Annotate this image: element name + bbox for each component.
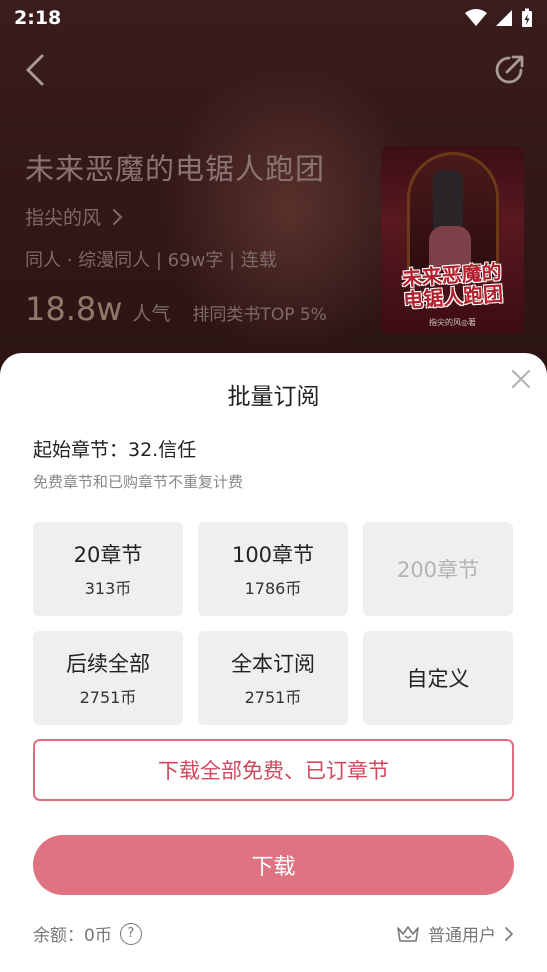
crown-icon — [397, 925, 419, 942]
chevron-right-icon — [505, 926, 514, 941]
cover-title: 未来恶魔的 电锯人跑团 — [384, 259, 522, 313]
signal-icon — [496, 10, 512, 26]
share-icon[interactable] — [491, 52, 527, 88]
option-price: 313币 — [84, 579, 132, 598]
option-label: 自定义 — [406, 667, 470, 691]
top-nav — [0, 48, 547, 92]
balance: 余额：0币 ? — [33, 921, 142, 946]
help-icon[interactable]: ? — [119, 922, 142, 945]
popularity-label: 人气 — [132, 303, 171, 325]
option-100-chapters[interactable]: 100章节 1786币 — [198, 522, 348, 616]
wifi-icon — [465, 9, 487, 26]
option-price: 2751币 — [244, 688, 302, 707]
option-price: 1786币 — [244, 579, 302, 598]
option-20-chapters[interactable]: 20章节 313币 — [33, 522, 183, 616]
user-level-link[interactable]: 普通用户 — [396, 921, 514, 946]
sheet-title: 批量订阅 — [227, 384, 320, 410]
option-label: 100章节 — [231, 543, 315, 567]
status-time: 2:18 — [14, 7, 62, 29]
option-full-book[interactable]: 全本订阅 2751币 — [198, 631, 348, 725]
option-price: 2751币 — [79, 688, 137, 707]
option-label: 20章节 — [73, 543, 143, 567]
option-label: 200章节 — [396, 558, 480, 582]
option-200-chapters[interactable]: 200章节 — [363, 522, 513, 616]
book-title: 未来恶魔的电锯人跑团 — [25, 152, 326, 186]
book-author-link[interactable]: 指尖的风 — [25, 203, 123, 230]
chevron-right-icon — [113, 208, 123, 225]
author-name: 指尖的风 — [25, 207, 102, 229]
book-cover[interactable]: 未来恶魔的 电锯人跑团 指尖的风◎著 — [381, 146, 524, 334]
status-icons — [465, 8, 533, 28]
option-label: 后续全部 — [66, 652, 150, 676]
balance-text: 余额：0币 — [33, 926, 112, 946]
option-custom[interactable]: 自定义 — [363, 631, 513, 725]
close-icon[interactable] — [509, 367, 533, 391]
start-chapter: 起始章节：32.信任 — [33, 439, 197, 461]
user-level-label: 普通用户 — [428, 926, 496, 946]
batch-subscribe-sheet: 批量订阅 起始章节：32.信任 免费章节和已购章节不重复计费 20章节 313币… — [0, 353, 547, 972]
rank-label: 排同类书TOP 5% — [192, 305, 327, 325]
download-button[interactable]: 下载 — [33, 835, 514, 895]
cover-figure — [433, 170, 463, 230]
status-bar: 2:18 — [0, 0, 547, 36]
download-owned-button[interactable]: 下载全部免费、已订章节 — [33, 739, 514, 801]
book-meta: 同人 · 综漫同人 | 69w字 | 连载 — [25, 250, 277, 271]
back-arrow-icon[interactable] — [18, 50, 54, 90]
cover-author: 指尖的风◎著 — [429, 318, 476, 327]
option-all-remaining[interactable]: 后续全部 2751币 — [33, 631, 183, 725]
book-stats: 18.8w 人气 排同类书TOP 5% — [25, 290, 327, 328]
option-label: 全本订阅 — [231, 652, 315, 676]
popularity-value: 18.8w — [25, 290, 123, 328]
battery-icon — [522, 8, 532, 27]
free-note: 免费章节和已购章节不重复计费 — [33, 473, 244, 491]
